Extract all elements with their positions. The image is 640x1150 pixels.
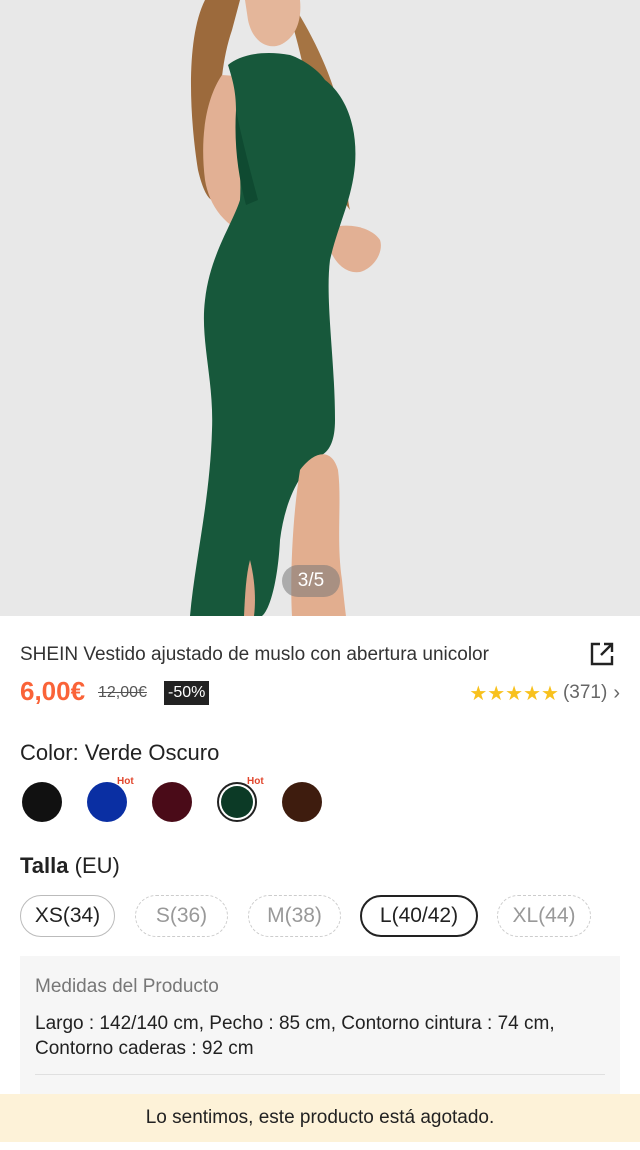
color-swatch-brown[interactable] <box>282 782 322 822</box>
price-row: 6,00€ 12,00€ -50% ★★★★★ (371) › <box>20 676 620 710</box>
color-label: Color: Verde Oscuro <box>20 740 220 765</box>
original-price: 12,00€ <box>98 684 147 701</box>
sold-out-notice: Lo sentimos, este producto está agotado. <box>0 1094 640 1142</box>
size-option-xs[interactable]: XS(34) <box>20 895 115 937</box>
rating-summary[interactable]: ★★★★★ (371) › <box>469 680 620 706</box>
size-label: Talla (EU) <box>20 853 120 879</box>
size-label-unit: (EU) <box>68 853 120 878</box>
size-option-m[interactable]: M(38) <box>248 895 341 937</box>
measurements-title: Medidas del Producto <box>35 976 219 997</box>
size-option-xl[interactable]: XL(44) <box>497 895 591 937</box>
color-swatches: Hot Hot <box>20 776 340 824</box>
product-image-gallery[interactable]: 3/5 <box>0 0 640 616</box>
color-swatch-blue[interactable] <box>87 782 127 822</box>
image-pager: 3/5 <box>282 565 340 597</box>
current-price: 6,00€ <box>20 676 86 706</box>
product-photo <box>0 0 640 616</box>
size-label-title: Talla <box>20 853 69 878</box>
review-count: (371) <box>562 682 608 703</box>
divider <box>35 1074 605 1075</box>
product-title-row: SHEIN Vestido ajustado de muslo con aber… <box>20 642 620 670</box>
chevron-right-icon: › <box>613 681 620 704</box>
share-icon[interactable] <box>588 640 616 668</box>
size-options: XS(34) S(36) M(38) L(40/42) XL(44) <box>20 895 620 939</box>
measurements-text: Largo : 142/140 cm, Pecho : 85 cm, Conto… <box>35 1013 555 1059</box>
size-option-s[interactable]: S(36) <box>135 895 228 937</box>
hot-badge: Hot <box>247 776 264 787</box>
color-swatch-burgundy[interactable] <box>152 782 192 822</box>
product-measurements: Medidas del Producto Largo : 142/140 cm,… <box>20 956 620 1106</box>
star-rating-icon: ★★★★★ <box>469 682 559 705</box>
size-option-l[interactable]: L(40/42) <box>360 895 478 937</box>
color-swatch-dark-green[interactable] <box>217 782 257 822</box>
hot-badge: Hot <box>117 776 134 787</box>
discount-badge: -50% <box>164 681 210 705</box>
product-title: SHEIN Vestido ajustado de muslo con aber… <box>20 644 489 665</box>
color-swatch-black[interactable] <box>22 782 62 822</box>
